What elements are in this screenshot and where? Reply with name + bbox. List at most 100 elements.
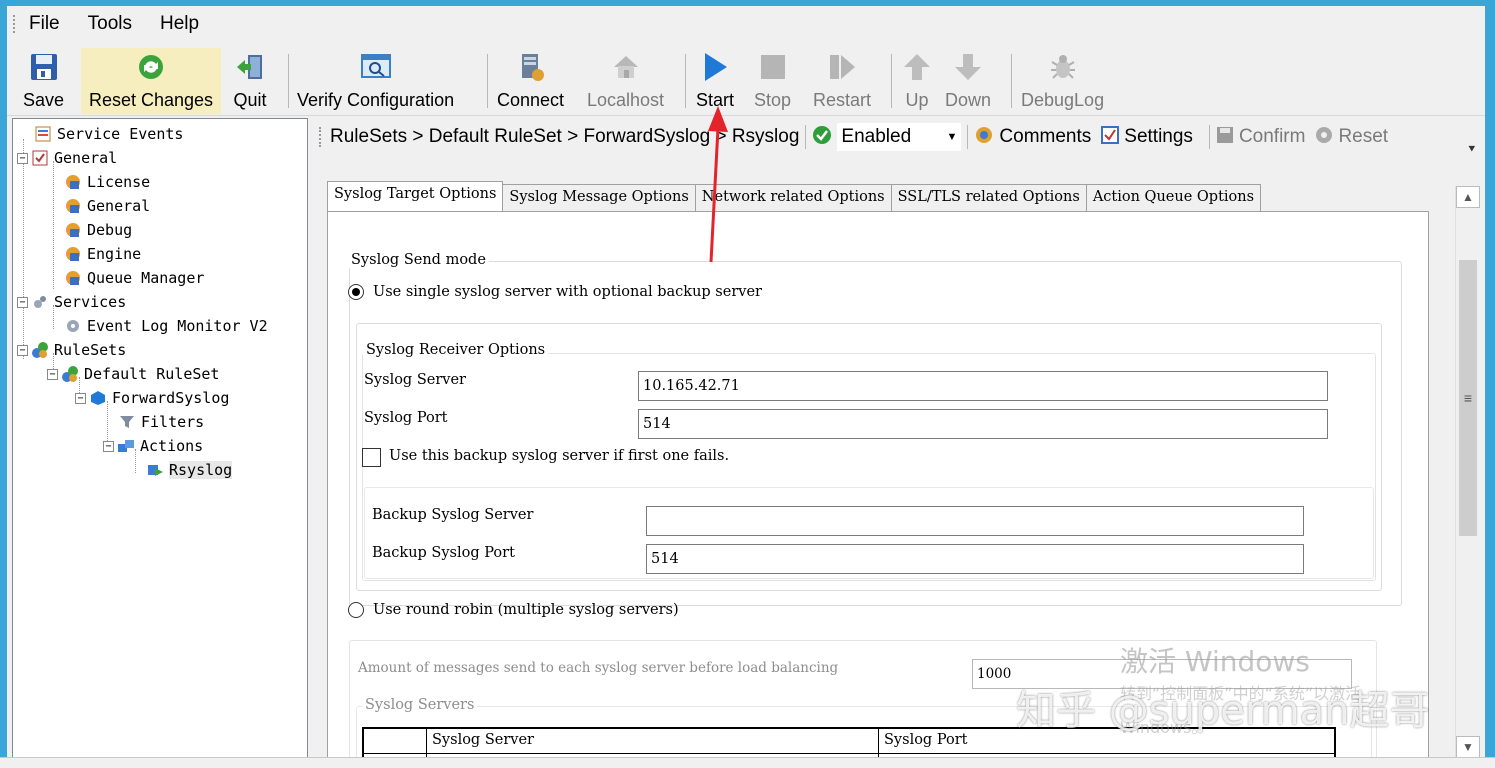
floppy-disk-icon bbox=[27, 50, 61, 84]
breadcrumb: RuleSets > Default RuleSet > ForwardSysl… bbox=[330, 126, 800, 147]
settings-check-icon bbox=[1101, 125, 1120, 149]
stop-label: Stop bbox=[754, 90, 792, 110]
bar-separator bbox=[967, 125, 969, 149]
tree-item-rulesets[interactable]: − RuleSets bbox=[17, 339, 126, 361]
reset-button[interactable]: Reset bbox=[1315, 126, 1388, 149]
tree-item-default-ruleset[interactable]: − Default RuleSet bbox=[47, 363, 219, 385]
localhost-button[interactable]: Localhost bbox=[587, 48, 664, 114]
reset-changes-button[interactable]: Reset Changes bbox=[81, 48, 221, 114]
up-button[interactable]: Up bbox=[900, 48, 934, 114]
toolbar-overflow-icon[interactable]: ⯆ bbox=[1467, 142, 1477, 157]
quit-label: Quit bbox=[233, 90, 267, 110]
recycle-icon bbox=[1315, 126, 1333, 149]
tree-item-general-settings[interactable]: General bbox=[63, 195, 150, 217]
vertical-scrollbar[interactable]: ▲ ≡ ▼ bbox=[1455, 186, 1480, 760]
enabled-dropdown[interactable]: Enabled ▼ bbox=[837, 123, 962, 151]
tree-item-rsyslog[interactable]: Rsyslog bbox=[145, 459, 233, 481]
menu-help[interactable]: Help bbox=[160, 13, 199, 35]
backup-server-label: Backup Syslog Server bbox=[372, 507, 534, 523]
menu-tools[interactable]: Tools bbox=[88, 13, 132, 35]
tab-syslog-message-options[interactable]: Syslog Message Options bbox=[502, 184, 696, 212]
bar-grip bbox=[319, 127, 322, 147]
single-server-radio[interactable] bbox=[348, 284, 364, 300]
comments-button[interactable]: Comments bbox=[974, 125, 1091, 150]
server-connect-icon bbox=[514, 50, 548, 84]
collapse-toggle[interactable]: − bbox=[17, 344, 28, 356]
connect-button[interactable]: Connect bbox=[497, 48, 564, 114]
save-button[interactable]: Save bbox=[23, 48, 64, 114]
tree-item-general[interactable]: − General bbox=[17, 147, 117, 169]
tree-item-services[interactable]: − Services bbox=[17, 291, 126, 313]
stop-square-icon bbox=[756, 50, 790, 84]
tab-ssl-tls-related-options[interactable]: SSL/TLS related Options bbox=[890, 184, 1087, 212]
scroll-up-arrow-icon[interactable]: ▲ bbox=[1456, 186, 1480, 208]
down-button[interactable]: Down bbox=[945, 48, 991, 114]
quit-button[interactable]: Quit bbox=[233, 48, 267, 114]
comments-label: Comments bbox=[999, 126, 1092, 147]
verify-configuration-label: Verify Configuration bbox=[297, 90, 455, 110]
tree-item-actions[interactable]: − Actions bbox=[103, 435, 203, 457]
tab-action-queue-options[interactable]: Action Queue Options bbox=[1085, 184, 1262, 212]
comments-icon bbox=[974, 125, 994, 150]
collapse-toggle[interactable]: − bbox=[17, 152, 28, 164]
scroll-thumb[interactable]: ≡ bbox=[1459, 260, 1477, 536]
toolbar-separator bbox=[487, 54, 488, 108]
tree-item-service-events[interactable]: Service Events bbox=[33, 123, 183, 145]
tree-label: Actions bbox=[140, 437, 204, 455]
backup-server-input[interactable] bbox=[646, 506, 1304, 536]
tree-item-forwardsyslog[interactable]: − ForwardSyslog bbox=[75, 387, 229, 409]
collapse-toggle[interactable]: − bbox=[103, 440, 114, 452]
menu-bar: File Tools Help bbox=[7, 6, 1485, 42]
confirm-button[interactable]: Confirm bbox=[1216, 126, 1305, 149]
tree-item-filters[interactable]: Filters bbox=[117, 411, 204, 433]
collapse-toggle[interactable]: − bbox=[75, 392, 86, 404]
bug-icon bbox=[1046, 50, 1080, 84]
settings-button[interactable]: Settings bbox=[1101, 125, 1193, 149]
tree-item-event-log-monitor[interactable]: Event Log Monitor V2 bbox=[63, 315, 268, 337]
reset-changes-label: Reset Changes bbox=[88, 90, 214, 110]
syslog-port-input[interactable]: 514 bbox=[638, 409, 1328, 439]
tree-item-license[interactable]: License bbox=[63, 171, 150, 193]
restart-label: Restart bbox=[813, 90, 872, 110]
collapse-toggle[interactable]: − bbox=[47, 368, 58, 380]
gear-shield-icon bbox=[63, 269, 83, 287]
menu-file[interactable]: File bbox=[29, 13, 60, 35]
debuglog-button[interactable]: DebugLog bbox=[1021, 48, 1104, 114]
tree-item-engine[interactable]: Engine bbox=[63, 243, 141, 265]
debuglog-label: DebugLog bbox=[1021, 90, 1105, 110]
scroll-down-arrow-icon[interactable]: ▼ bbox=[1456, 736, 1480, 758]
collapse-toggle[interactable]: − bbox=[17, 296, 28, 308]
tree-label: Debug bbox=[87, 221, 133, 239]
gear-shield-icon bbox=[63, 197, 83, 215]
syslog-server-input[interactable]: 10.165.42.71 bbox=[638, 371, 1328, 401]
tree-item-debug[interactable]: Debug bbox=[63, 219, 132, 241]
column-header-syslog-port[interactable]: Syslog Port bbox=[884, 732, 967, 748]
verify-configuration-button[interactable]: Verify Configuration bbox=[297, 48, 454, 114]
connect-label: Connect bbox=[497, 90, 565, 110]
activate-windows-watermark: 激活 Windows bbox=[1120, 645, 1310, 678]
tab-syslog-target-options[interactable]: Syslog Target Options bbox=[327, 181, 504, 212]
start-button[interactable]: Start bbox=[696, 48, 734, 114]
backup-port-input[interactable]: 514 bbox=[646, 544, 1304, 574]
use-backup-label: Use this backup syslog server if first o… bbox=[389, 448, 730, 464]
tab-network-related-options[interactable]: Network related Options bbox=[694, 184, 892, 212]
check-circle-icon bbox=[812, 125, 832, 150]
gear-shield-icon bbox=[63, 245, 83, 263]
save-label: Save bbox=[23, 90, 65, 110]
ruleset-icon bbox=[60, 365, 80, 383]
gear-shield-icon bbox=[63, 173, 83, 191]
column-header-syslog-server[interactable]: Syslog Server bbox=[432, 732, 534, 748]
tree-label: RuleSets bbox=[54, 341, 127, 359]
backup-port-label: Backup Syslog Port bbox=[372, 545, 515, 561]
cogs-icon bbox=[30, 293, 50, 311]
tree-label: Queue Manager bbox=[87, 269, 205, 287]
syslog-server-label: Syslog Server bbox=[364, 372, 466, 388]
stop-button[interactable]: Stop bbox=[754, 48, 791, 114]
tree-label: ForwardSyslog bbox=[112, 389, 230, 407]
round-robin-radio[interactable] bbox=[348, 602, 364, 618]
use-backup-checkbox[interactable] bbox=[362, 448, 381, 467]
restart-button[interactable]: Restart bbox=[813, 48, 871, 114]
tree-item-queue-manager[interactable]: Queue Manager bbox=[63, 267, 204, 289]
forward-action-icon bbox=[145, 461, 165, 479]
syslog-port-label: Syslog Port bbox=[364, 410, 448, 426]
